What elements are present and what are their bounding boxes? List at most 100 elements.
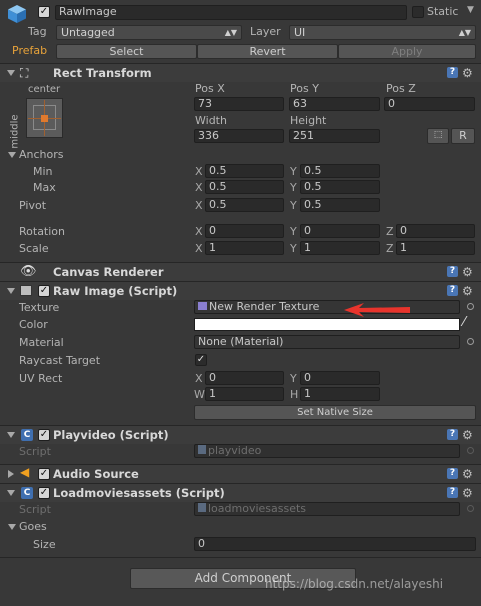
raw-image-title: Raw Image (Script) xyxy=(53,284,178,298)
anchor-preset-h-label: center xyxy=(28,84,61,95)
anchor-preset-button[interactable] xyxy=(26,98,63,138)
fold-arrow-icon[interactable] xyxy=(7,288,15,294)
gear-icon[interactable]: ⚙ xyxy=(462,285,473,297)
gear-icon[interactable]: ⚙ xyxy=(462,487,473,499)
scale-z-field[interactable]: 1 xyxy=(396,241,475,255)
fold-arrow-icon[interactable] xyxy=(7,432,15,438)
playvideo-enabled-checkbox[interactable]: ✓ xyxy=(38,429,50,441)
pivot-y-axis: Y xyxy=(290,199,297,212)
help-icon[interactable]: ? xyxy=(447,487,458,498)
pivot-label: Pivot xyxy=(19,199,47,212)
goes-size-field[interactable]: 0 xyxy=(194,537,476,551)
help-icon[interactable]: ? xyxy=(447,285,458,296)
texture-field[interactable]: New Render Texture xyxy=(194,300,460,314)
goes-fold-icon[interactable] xyxy=(8,524,16,530)
goes-label: Goes xyxy=(19,520,47,533)
layer-dropdown-chevron-icon: ▲▼ xyxy=(458,28,471,37)
static-label: Static xyxy=(427,5,459,18)
anchor-max-x-field[interactable]: 0.5 xyxy=(205,180,284,194)
material-field[interactable]: None (Material) xyxy=(194,335,460,349)
blueprint-mode-button[interactable]: ⬚ xyxy=(427,128,449,144)
script-file-icon xyxy=(198,445,206,454)
pivot-y-field[interactable]: 0.5 xyxy=(300,198,380,212)
eyedropper-icon[interactable]: ⁄ xyxy=(463,315,465,330)
gear-icon[interactable]: ⚙ xyxy=(462,429,473,441)
height-field[interactable]: 251 xyxy=(289,129,380,143)
rect-transform-title: Rect Transform xyxy=(53,66,152,80)
anchors-fold-icon[interactable] xyxy=(8,152,16,158)
playvideo-header[interactable]: C ✓ Playvideo (Script) ? ⚙ xyxy=(0,425,481,444)
anchor-max-y-field[interactable]: 0.5 xyxy=(300,180,380,194)
raycast-target-checkbox[interactable]: ✓ xyxy=(195,354,207,366)
layer-dropdown[interactable]: UI ▲▼ xyxy=(289,25,476,40)
scale-y-field[interactable]: 1 xyxy=(300,241,380,255)
max-y-axis: Y xyxy=(290,181,297,194)
anchor-max-label: Max xyxy=(33,181,56,194)
gear-icon[interactable]: ⚙ xyxy=(462,67,473,79)
help-icon[interactable]: ? xyxy=(447,429,458,440)
object-picker-icon[interactable] xyxy=(467,338,474,345)
scale-x-field[interactable]: 1 xyxy=(205,241,284,255)
anchor-min-y-field[interactable]: 0.5 xyxy=(300,164,380,178)
playvideo-title: Playvideo (Script) xyxy=(53,428,169,442)
set-native-size-button[interactable]: Set Native Size xyxy=(194,405,476,420)
width-field[interactable]: 336 xyxy=(194,129,284,143)
prefab-apply-button[interactable]: Apply xyxy=(338,44,476,59)
loadmovies-script-field: loadmoviesassets xyxy=(194,502,460,516)
tag-dropdown[interactable]: Untagged ▲▼ xyxy=(56,25,242,40)
scale-z-axis: Z xyxy=(386,242,394,255)
raw-image-header[interactable]: ✓ Raw Image (Script) ? ⚙ xyxy=(0,281,481,300)
audio-source-title: Audio Source xyxy=(53,467,139,481)
gear-icon[interactable]: ⚙ xyxy=(462,468,473,480)
help-icon[interactable]: ? xyxy=(447,67,458,78)
size-label: Size xyxy=(33,538,56,551)
loadmovies-enabled-checkbox[interactable]: ✓ xyxy=(38,487,50,499)
prefab-revert-button[interactable]: Revert xyxy=(197,44,338,59)
rotation-x-field[interactable]: 0 xyxy=(205,224,284,238)
playvideo-script-field: playvideo xyxy=(194,444,460,458)
scale-x-axis: X xyxy=(195,242,203,255)
pos-z-field[interactable]: 0 xyxy=(384,97,475,111)
anchor-min-x-field[interactable]: 0.5 xyxy=(205,164,284,178)
rotation-y-field[interactable]: 0 xyxy=(300,224,380,238)
rect-transform-header[interactable]: ⛶ Rect Transform ? ⚙ xyxy=(0,63,481,82)
fold-arrow-icon[interactable] xyxy=(7,70,15,76)
color-swatch[interactable] xyxy=(194,318,460,331)
component-divider xyxy=(0,557,481,558)
raw-edit-button[interactable]: R xyxy=(451,128,475,144)
audio-source-header[interactable]: ◀ ✓ Audio Source ? ⚙ xyxy=(0,464,481,483)
gameobject-active-checkbox[interactable]: ✓ xyxy=(38,6,50,18)
loadmovies-header[interactable]: C ✓ Loadmoviesassets (Script) ? ⚙ xyxy=(0,483,481,502)
pos-x-label: Pos X xyxy=(195,82,225,95)
help-icon[interactable]: ? xyxy=(447,468,458,479)
pivot-x-field[interactable]: 0.5 xyxy=(205,198,284,212)
color-label: Color xyxy=(19,318,48,331)
raw-image-enabled-checkbox[interactable]: ✓ xyxy=(38,285,50,297)
fold-arrow-icon[interactable] xyxy=(7,490,15,496)
object-picker-icon[interactable] xyxy=(467,303,474,310)
fold-arrow-icon[interactable] xyxy=(8,470,14,478)
uv-y-field[interactable]: 0 xyxy=(300,371,380,385)
uv-w-field[interactable]: 1 xyxy=(205,387,284,401)
pos-y-field[interactable]: 63 xyxy=(289,97,380,111)
canvas-renderer-header[interactable]: 👁 Canvas Renderer ? ⚙ xyxy=(0,262,481,281)
tag-label: Tag xyxy=(28,25,47,38)
gameobject-cube-icon xyxy=(7,4,27,24)
raw-image-component-icon xyxy=(20,285,32,296)
static-checkbox[interactable] xyxy=(412,6,424,18)
layer-label: Layer xyxy=(250,25,281,38)
static-dropdown-icon[interactable]: ▼ xyxy=(467,5,474,15)
gear-icon[interactable]: ⚙ xyxy=(462,266,473,278)
rotation-z-field[interactable]: 0 xyxy=(396,224,475,238)
scale-y-axis: Y xyxy=(290,242,297,255)
pos-x-field[interactable]: 73 xyxy=(194,97,284,111)
audio-source-enabled-checkbox[interactable]: ✓ xyxy=(38,468,50,480)
help-icon[interactable]: ? xyxy=(447,266,458,277)
pos-y-label: Pos Y xyxy=(290,82,319,95)
gameobject-name-field[interactable]: RawImage xyxy=(55,5,407,20)
prefab-select-button[interactable]: Select xyxy=(56,44,197,59)
rect-transform-icon: ⛶ xyxy=(20,66,29,80)
height-label: Height xyxy=(290,114,327,127)
uv-h-field[interactable]: 1 xyxy=(300,387,380,401)
uv-x-field[interactable]: 0 xyxy=(205,371,284,385)
